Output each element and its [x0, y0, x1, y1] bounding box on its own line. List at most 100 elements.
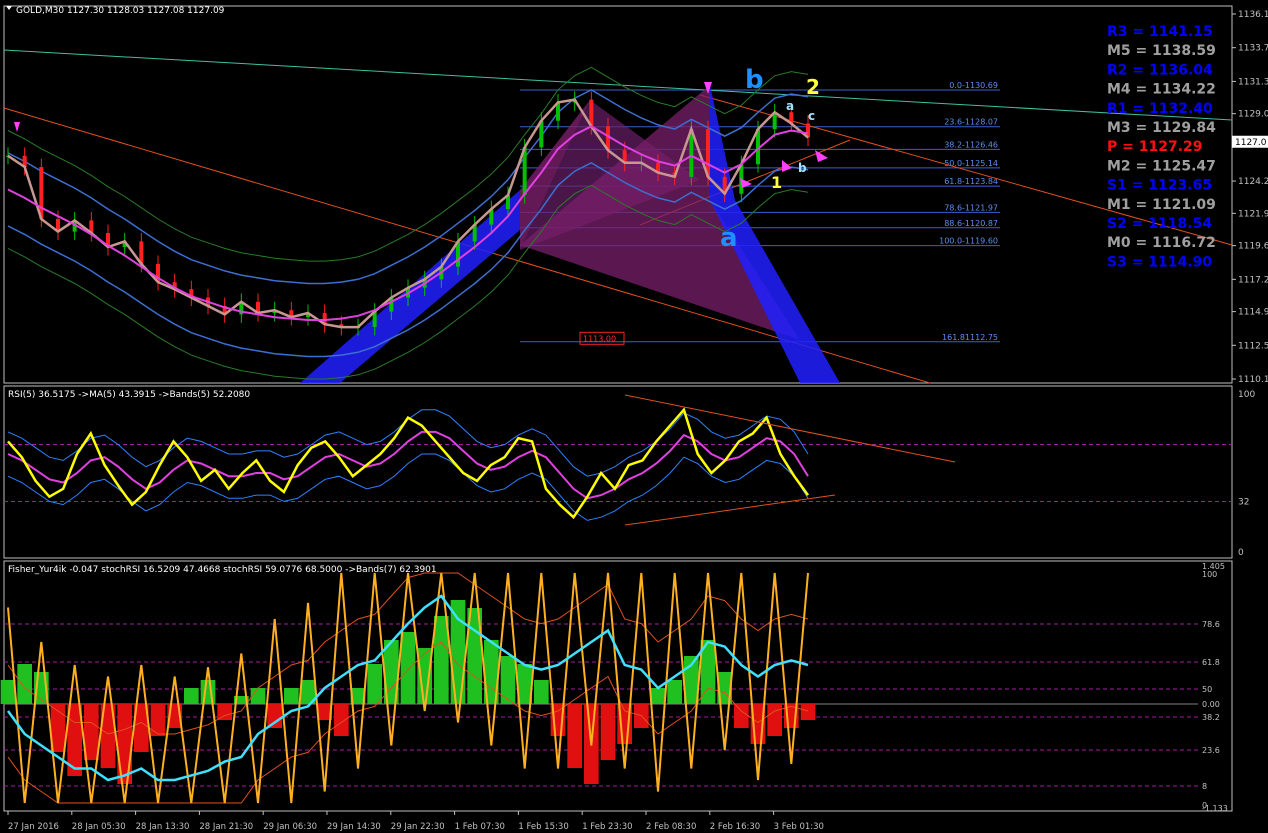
rsi-y-tick-label: 100 [1238, 390, 1255, 400]
fisher-y-tick-label: 0.00 [1202, 700, 1220, 709]
fisher-histogram-bar [534, 680, 549, 704]
x-tick-label: 28 Jan 05:30 [72, 822, 126, 832]
wave-label: 1 [771, 173, 782, 192]
fisher-y-tick-label: 0 [1202, 801, 1207, 810]
fisher-histogram-bar [0, 680, 16, 704]
pivot-label: M3 = 1129.84 [1107, 120, 1216, 136]
rsi-ma-line [7, 430, 809, 500]
pivot-label: S2 = 1118.54 [1107, 216, 1212, 232]
chart-menu-icon [6, 6, 12, 10]
rsi-title: RSI(5) 36.5175 ->MA(5) 43.3915 ->Bands(5… [8, 390, 250, 400]
fib-level-label: 161.81112.75 [942, 333, 998, 342]
fib-level-label: 61.8-1123.84 [944, 177, 998, 186]
rsi-panel-frame [3, 385, 1233, 559]
wave-label: b [798, 161, 807, 175]
pivot-label: R3 = 1141.15 [1107, 24, 1213, 40]
fisher-histogram-bar [500, 656, 516, 704]
wave-label: c [808, 109, 815, 123]
fisher-histogram-bar [400, 632, 416, 704]
x-tick-label: 2 Feb 08:30 [646, 822, 696, 832]
pivot-label: S1 = 1123.65 [1107, 178, 1212, 194]
arrow-icon [782, 160, 792, 172]
pivot-label: M1 = 1121.09 [1107, 197, 1216, 213]
chart-title: GOLD,M30 1127.30 1128.03 1127.08 1127.09 [16, 6, 225, 16]
y-tick-label: 1124.2 [1238, 177, 1268, 187]
pivot-label: M5 = 1138.59 [1107, 43, 1216, 59]
pivot-label: M4 = 1134.22 [1107, 82, 1216, 98]
fib-level-label: 38.2-1126.46 [944, 140, 998, 149]
x-tick-label: 27 Jan 2016 [8, 822, 59, 832]
price-box-label: 1113.00 [583, 334, 616, 343]
fisher-histogram-bar [200, 680, 216, 704]
fisher-histogram-bar [650, 688, 666, 704]
pivot-label: R1 = 1132.40 [1107, 101, 1213, 117]
wave-label: 2 [806, 75, 820, 99]
fisher-y-tick-label: 8 [1202, 782, 1207, 791]
y-tick-label: 1129.0 [1238, 110, 1268, 120]
fisher-histogram-bar [284, 688, 299, 704]
y-tick-label: 1110.1 [1238, 375, 1268, 385]
x-tick-label: 1 Feb 23:30 [582, 822, 632, 832]
fisher-histogram-bar [567, 704, 582, 768]
y-tick-label: 1112.5 [1238, 341, 1268, 351]
down-arrow-icon [14, 122, 20, 132]
y-tick-label: 1119.6 [1238, 242, 1268, 252]
x-tick-label: 29 Jan 22:30 [391, 822, 445, 832]
fisher-histogram-bar [334, 704, 349, 736]
fisher-histogram-bar [767, 704, 782, 736]
x-tick-label: 2 Feb 16:30 [710, 822, 760, 832]
wave-label: a [720, 223, 738, 253]
fisher-histogram-bar [600, 704, 616, 760]
fisher-histogram-bar [250, 688, 266, 704]
x-tick-label: 1 Feb 07:30 [455, 822, 505, 832]
fisher-histogram-bar [667, 680, 682, 704]
fib-level-label: 78.6-1121.97 [944, 203, 998, 212]
rsi-trend-line [624, 394, 956, 463]
fisher-histogram-bar [450, 600, 466, 704]
fib-level-label: 88.6-1120.87 [944, 219, 998, 228]
pivot-label: S3 = 1114.90 [1107, 254, 1212, 270]
fisher-histogram-bar [217, 704, 232, 720]
fisher-histogram-bar [150, 704, 166, 736]
fib-level-label: 23.6-1128.07 [944, 118, 998, 127]
fisher-histogram-bar [184, 688, 199, 704]
fisher-y-tick-label: 23.6 [1202, 746, 1220, 755]
x-tick-label: 28 Jan 21:30 [199, 822, 253, 832]
rsi-lower-band [7, 453, 809, 521]
x-tick-label: 28 Jan 13:30 [136, 822, 190, 832]
pivot-label: M2 = 1125.47 [1107, 158, 1216, 174]
y-tick-label: 1136.1 [1238, 10, 1268, 20]
fisher-y-tick-label: 78.6 [1202, 620, 1220, 629]
wave-label: b [745, 65, 764, 95]
fisher-histogram-bar [800, 704, 816, 720]
x-tick-label: 1 Feb 15:30 [518, 822, 568, 832]
rsi-trend-line [624, 494, 836, 526]
current-price-label: 1127.0 [1235, 138, 1267, 148]
y-tick-label: 1121.9 [1238, 209, 1268, 219]
fisher-histogram-bar [84, 704, 99, 760]
rsi-y-tick-label: 0 [1238, 548, 1244, 558]
fib-level-label: 0.0-1130.69 [949, 81, 998, 90]
y-tick-label: 1114.9 [1238, 308, 1268, 318]
rsi-y-tick-label: 32 [1238, 497, 1249, 507]
fisher-histogram-bar [267, 704, 282, 728]
fisher-y-tick-label: 61.8 [1202, 658, 1220, 667]
fisher-histogram-bar [734, 704, 749, 728]
x-tick-label: 29 Jan 06:30 [263, 822, 317, 832]
fisher-histogram-bar [434, 616, 449, 704]
fisher-y-tick-label: 50 [1202, 685, 1212, 694]
fisher-title: Fisher_Yur4ik -0.047 stochRSI 16.5209 47… [8, 565, 437, 575]
y-tick-label: 1131.3 [1238, 77, 1268, 87]
x-tick-label: 29 Jan 14:30 [327, 822, 381, 832]
pivot-label: M0 = 1116.72 [1107, 235, 1216, 251]
y-tick-label: 1133.7 [1238, 44, 1268, 54]
chart-window[interactable]: 1136.1 1133.7 1131.3 1129.0 1124.2 1121.9 1119… [0, 0, 1268, 833]
fib-level-label: 100.0-1119.60 [939, 237, 998, 246]
y-tick-label: 1117.2 [1238, 275, 1268, 285]
pivot-label: R2 = 1136.04 [1107, 62, 1213, 78]
fisher-y-tick-label: 100 [1202, 570, 1217, 579]
fisher-histogram-bar [17, 664, 32, 704]
fisher-histogram-bar [367, 664, 382, 704]
gold-m30-chart[interactable]: 1136.1 1133.7 1131.3 1129.0 1124.2 1121.9 1119… [0, 0, 1268, 833]
x-tick-label: 3 Feb 01:30 [774, 822, 824, 832]
